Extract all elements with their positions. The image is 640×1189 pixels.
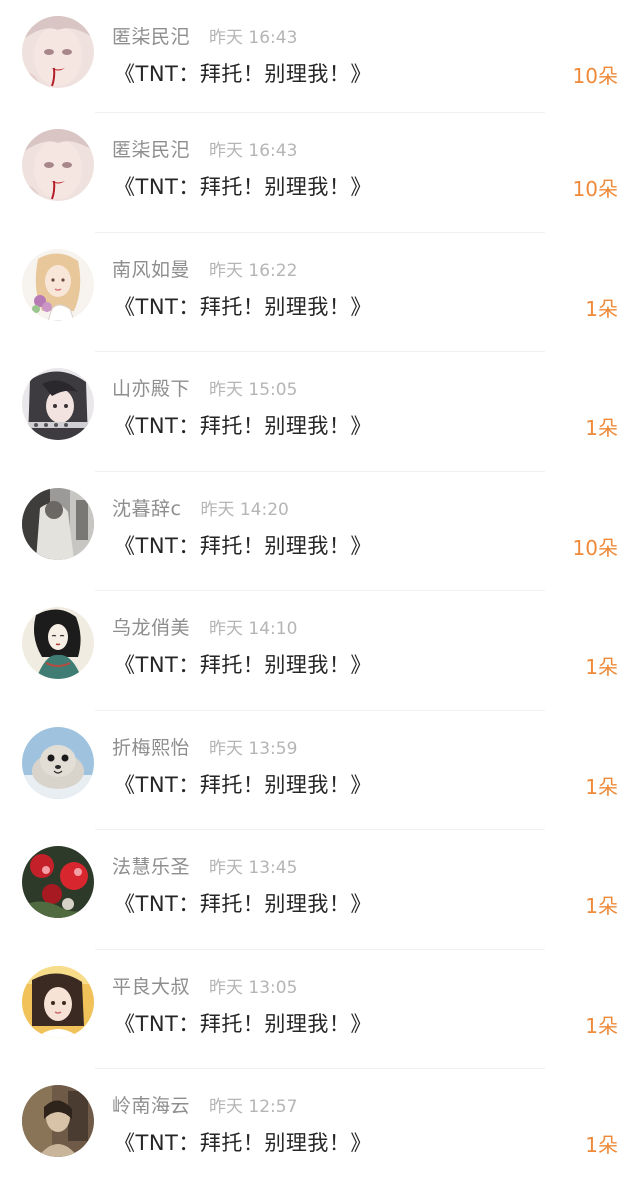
book-title[interactable]: 《TNT：拜托！别理我！》 [114,1008,372,1038]
item-meta: 南风如曼 昨天 16:22 [112,255,297,283]
flower-count: 1朵 [585,1013,618,1038]
flower-count: 10朵 [572,64,618,88]
timestamp: 昨天 16:22 [209,260,298,281]
avatar-figure-in-room-icon[interactable] [22,487,94,560]
user-name[interactable]: 岭南海云 [112,1091,190,1118]
book-title[interactable]: 《TNT：拜托！别理我！》 [114,58,372,88]
user-name[interactable]: 折梅熙怡 [112,733,190,760]
book-title[interactable]: 《TNT：拜托！别理我！》 [114,649,372,679]
timestamp: 昨天 14:10 [209,619,298,639]
item-meta: 平良大叔 昨天 13:05 [112,972,297,1000]
book-title[interactable]: 《TNT：拜托！别理我！》 [114,769,372,799]
avatar-vintage-photo-icon[interactable] [22,1085,94,1157]
timestamp: 昨天 13:59 [209,738,298,759]
user-name[interactable]: 匿柒民汜 [112,135,190,162]
flower-count: 1朵 [585,296,618,321]
avatar-ink-painting-woman-icon[interactable] [22,607,94,679]
item-meta: 匿柒民汜 昨天 16:43 [112,22,297,50]
timestamp: 昨天 15:05 [209,380,298,400]
list-item[interactable]: 法慧乐圣 昨天 13:45 《TNT：拜托！别理我！》 1朵 [0,830,640,950]
timestamp: 昨天 13:45 [209,858,298,878]
user-name[interactable]: 南风如曼 [112,255,190,282]
item-meta: 法慧乐圣 昨天 13:45 [112,852,297,880]
flower-count: 1朵 [585,894,618,918]
book-title[interactable]: 《TNT：拜托！别理我！》 [114,291,372,321]
flower-count: 1朵 [585,1133,618,1157]
book-title[interactable]: 《TNT：拜托！别理我！》 [114,888,372,918]
timestamp: 昨天 16:43 [209,141,298,161]
list-item[interactable]: 折梅熙怡 昨天 13:59 《TNT：拜托！别理我！》 1朵 [0,711,640,830]
avatar-girl-red-lips-icon[interactable] [22,129,94,201]
flower-count: 1朵 [585,774,618,799]
avatar-girl-dark-hair-icon[interactable] [22,368,94,440]
item-meta: 乌龙俏美 昨天 14:10 [112,613,297,641]
timestamp: 昨天 13:05 [209,977,298,998]
flower-count: 1朵 [585,655,618,679]
item-meta: 岭南海云 昨天 12:57 [112,1091,297,1119]
avatar-girl-photo-icon[interactable] [22,965,94,1038]
user-name[interactable]: 匿柒民汜 [112,22,190,49]
list-item[interactable]: 山亦殿下 昨天 15:05 《TNT：拜托！别理我！》 1朵 [0,352,640,472]
book-title[interactable]: 《TNT：拜托！别理我！》 [114,530,372,560]
flower-count: 10朵 [572,535,618,560]
timestamp: 昨天 16:43 [209,28,298,48]
timestamp: 昨天 12:57 [209,1097,298,1117]
avatar-anime-girl-flowers-icon[interactable] [22,248,94,321]
avatar-girl-red-lips-icon[interactable] [22,16,94,88]
item-meta: 折梅熙怡 昨天 13:59 [112,733,297,761]
list-item[interactable]: 平良大叔 昨天 13:05 《TNT：拜托！别理我！》 1朵 [0,950,640,1069]
timestamp: 昨天 14:20 [200,499,289,520]
item-meta: 匿柒民汜 昨天 16:43 [112,135,297,163]
list-item[interactable]: 沈暮辞c 昨天 14:20 《TNT：拜托！别理我！》 10朵 [0,472,640,591]
gift-record-list: 匿柒民汜 昨天 16:43 《TNT：拜托！别理我！》 10朵 匿柒民汜 昨天 … [0,0,640,1189]
list-item[interactable]: 匿柒民汜 昨天 16:43 《TNT：拜托！别理我！》 10朵 [0,113,640,233]
user-name[interactable]: 平良大叔 [112,972,190,999]
avatar-red-flowers-icon[interactable] [22,846,94,918]
item-meta: 沈暮辞c 昨天 14:20 [112,494,289,522]
book-title[interactable]: 《TNT：拜托！别理我！》 [114,1127,372,1157]
user-name[interactable]: 法慧乐圣 [112,852,190,879]
book-title[interactable]: 《TNT：拜托！别理我！》 [114,410,372,440]
item-meta: 山亦殿下 昨天 15:05 [112,374,297,402]
list-item[interactable]: 匿柒民汜 昨天 16:43 《TNT：拜托！别理我！》 10朵 [0,0,640,113]
avatar-seal-icon[interactable] [22,726,94,799]
flower-count: 10朵 [572,177,618,201]
flower-count: 1朵 [585,416,618,440]
list-item[interactable]: 南风如曼 昨天 16:22 《TNT：拜托！别理我！》 1朵 [0,233,640,352]
book-title[interactable]: 《TNT：拜托！别理我！》 [114,171,372,201]
user-name[interactable]: 山亦殿下 [112,374,190,401]
list-item[interactable]: 岭南海云 昨天 12:57 《TNT：拜托！别理我！》 1朵 [0,1069,640,1189]
user-name[interactable]: 沈暮辞c [112,494,181,521]
list-item[interactable]: 乌龙俏美 昨天 14:10 《TNT：拜托！别理我！》 1朵 [0,591,640,711]
user-name[interactable]: 乌龙俏美 [112,613,190,640]
